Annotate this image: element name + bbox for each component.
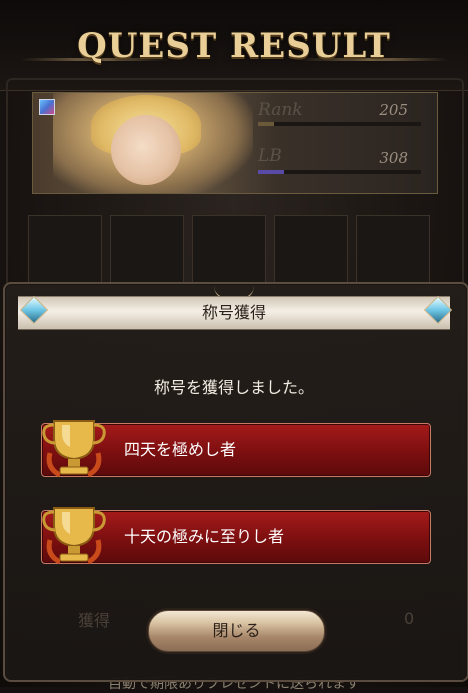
close-button[interactable]: 閉じる	[148, 610, 325, 652]
background-obtained-label: 獲得	[78, 611, 111, 630]
element-icon	[39, 99, 55, 115]
lb-bar-fill	[258, 170, 285, 174]
rank-value: 205	[379, 101, 408, 119]
reward-slot[interactable]	[110, 215, 184, 289]
character-portrait	[111, 115, 181, 185]
lb-bar	[258, 170, 421, 174]
lb-value: 308	[379, 149, 408, 167]
gold-trophy-icon	[42, 420, 106, 478]
modal-message: 称号を獲得しました。	[153, 378, 314, 397]
modal-header: 称号獲得	[18, 296, 450, 330]
close-button-label: 閉じる	[212, 621, 261, 640]
acquired-title-label: 十天の極みに至りし者	[124, 527, 285, 546]
reward-slot[interactable]	[356, 215, 430, 289]
lb-label: LB	[258, 146, 282, 166]
background-obtained-value: 0	[404, 609, 415, 628]
rank-bar	[258, 122, 421, 126]
reward-slot[interactable]	[192, 215, 266, 289]
gold-trophy-icon	[42, 507, 106, 565]
reward-slot[interactable]	[28, 215, 102, 289]
rank-label: Rank	[258, 100, 303, 120]
rank-bar-fill	[258, 122, 275, 126]
modal-title: 称号獲得	[201, 303, 266, 322]
reward-slot[interactable]	[274, 215, 348, 289]
page-title: QUEST RESULT	[77, 26, 391, 66]
acquired-title-label: 四天を極めし者	[124, 440, 237, 459]
